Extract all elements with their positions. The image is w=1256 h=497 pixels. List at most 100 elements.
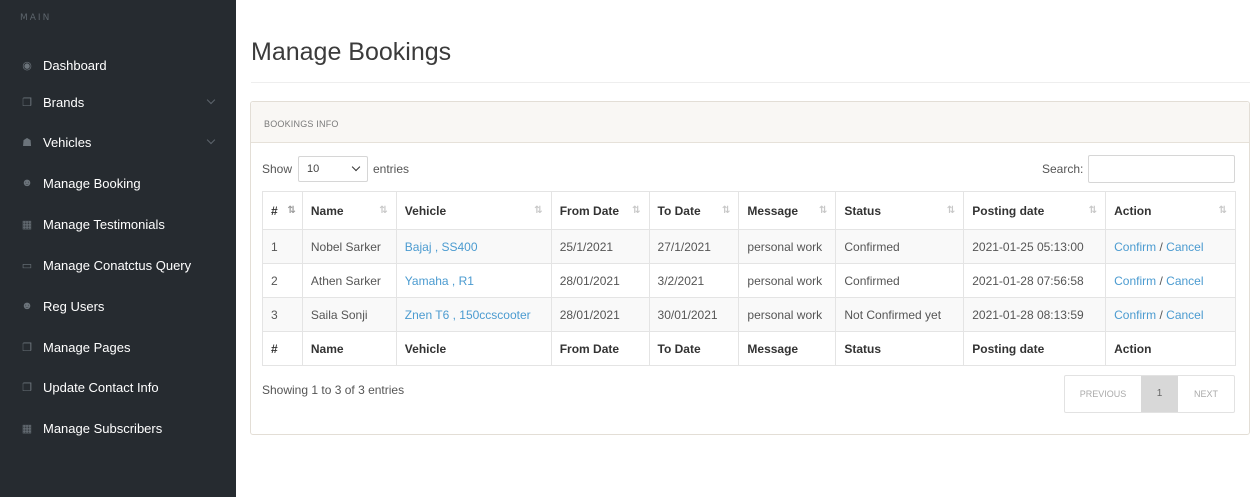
column-header-label: Status [844, 203, 882, 218]
confirm-link[interactable]: Confirm [1114, 274, 1156, 288]
table-row: 1 Nobel Sarker Bajaj , SS400 25/1/2021 27/1/… [262, 229, 1236, 264]
sidebar-item-dashboard[interactable]: ◉ Dashboard [0, 45, 236, 85]
column-header-label: # [271, 203, 278, 218]
sort-ascending-icon: ⇅ [287, 205, 296, 216]
sidebar-item-label: Manage Conatctus Query [43, 257, 192, 273]
panel-heading-label: BOOKINGS INFO [264, 119, 339, 129]
sidebar-item-label: Update Contact Info [43, 379, 159, 395]
sort-icon: ⇅ [632, 205, 641, 216]
sidebar-item-reg-users[interactable]: ☻ Reg Users [0, 286, 236, 326]
cell-to: 30/01/2021 [648, 297, 740, 332]
previous-button[interactable]: PREVIOUS [1065, 376, 1141, 412]
sidebar-item-brands[interactable]: ❐ Brands [0, 82, 236, 122]
sidebar-item-label: Dashboard [43, 57, 107, 73]
files-icon: ❐ [22, 96, 32, 109]
entries-length-select[interactable]: 10 [298, 156, 368, 182]
files-icon: ❐ [22, 381, 32, 394]
cell-posting: 2021-01-28 07:56:58 [963, 263, 1107, 298]
files-icon: ❐ [22, 341, 32, 354]
bookings-table: # ⇅ Name ⇅ Vehicle ⇅ From Date ⇅ To Date ⇅ Message… [262, 191, 1236, 366]
column-header[interactable]: Vehicle ⇅ [395, 191, 552, 230]
vehicle-link[interactable]: Znen T6 , 150ccscooter [405, 308, 531, 322]
cell-action: Confirm / Cancel [1105, 229, 1236, 264]
cell-vehicle: Znen T6 , 150ccscooter [395, 297, 552, 332]
cancel-link[interactable]: Cancel [1166, 308, 1203, 322]
pagination: PREVIOUS 1 NEXT [1064, 375, 1235, 413]
cell-from: 28/01/2021 [550, 263, 650, 298]
sidebar-item-label: Vehicles [43, 134, 92, 150]
sort-icon: ⇅ [534, 205, 543, 216]
cell-action: Confirm / Cancel [1105, 297, 1236, 332]
next-button[interactable]: NEXT [1178, 376, 1234, 412]
sort-icon: ⇅ [379, 205, 388, 216]
page-1-button[interactable]: 1 [1141, 376, 1178, 412]
sidebar-item-manage-conatctus-query[interactable]: ▭ Manage Conatctus Query [0, 245, 236, 285]
sort-icon: ⇅ [722, 205, 731, 216]
column-header[interactable]: Posting date ⇅ [963, 191, 1107, 230]
cell-vehicle: Bajaj , SS400 [395, 229, 552, 264]
cell-to: 27/1/2021 [648, 229, 740, 264]
confirm-link[interactable]: Confirm [1114, 240, 1156, 254]
cell-from: 25/1/2021 [550, 229, 650, 264]
column-header[interactable]: Name ⇅ [301, 191, 397, 230]
panel-heading: BOOKINGS INFO [251, 102, 1249, 143]
search-label: Search: [1042, 162, 1084, 176]
column-footer: Message [738, 331, 837, 366]
entries-label: entries [373, 162, 410, 176]
cell-name: Athen Sarker [301, 263, 397, 298]
column-header-label: Action [1114, 203, 1152, 218]
dashboard-icon: ◉ [22, 59, 32, 72]
cell-message: personal work [738, 297, 837, 332]
action-separator: / [1156, 307, 1167, 322]
column-footer: Name [301, 331, 397, 366]
column-header-label: Vehicle [404, 203, 447, 218]
chevron-down-icon [206, 135, 216, 145]
cell-status: Confirmed [835, 263, 965, 298]
column-footer: Action [1105, 331, 1236, 366]
users-icon: ☻ [21, 177, 33, 189]
column-header-label: Message [747, 203, 799, 218]
cell-num: 2 [262, 263, 303, 298]
users-icon: ☻ [21, 300, 33, 312]
sidebar-item-manage-testimonials[interactable]: ▦ Manage Testimonials [0, 204, 236, 244]
table-row: 3 Saila Sonji Znen T6 , 150ccscooter 28/01/… [262, 297, 1236, 332]
sidebar-item-manage-subscribers[interactable]: ▦ Manage Subscribers [0, 408, 236, 448]
cancel-link[interactable]: Cancel [1166, 274, 1203, 288]
column-header[interactable]: Status ⇅ [835, 191, 965, 230]
entries-length-value: 10 [307, 163, 320, 175]
show-label: Show [262, 162, 293, 176]
cell-to: 3/2/2021 [648, 263, 740, 298]
vehicle-link[interactable]: Bajaj , SS400 [405, 240, 478, 254]
column-header-label: To Date [657, 203, 701, 218]
sort-icon: ⇅ [946, 205, 956, 216]
sort-icon: ⇅ [1088, 205, 1098, 216]
cell-status: Not Confirmed yet [835, 297, 965, 332]
sidebar-item-manage-pages[interactable]: ❐ Manage Pages [0, 327, 236, 367]
column-header[interactable]: Action ⇅ [1105, 191, 1236, 230]
table-icon: ▦ [21, 422, 33, 435]
sidebar-item-label: Manage Testimonials [43, 216, 165, 232]
column-header-label: Posting date [972, 203, 1045, 218]
sidebar-item-label: Reg Users [43, 298, 105, 314]
sort-icon: ⇅ [1218, 205, 1227, 216]
cancel-link[interactable]: Cancel [1166, 240, 1203, 254]
column-header[interactable]: Message ⇅ [738, 191, 837, 230]
sidebar-item-vehicles[interactable]: ☗ Vehicles [0, 122, 236, 162]
desktop-icon: ▭ [21, 259, 33, 272]
confirm-link[interactable]: Confirm [1114, 308, 1156, 322]
sidebar-item-update-contact-info[interactable]: ❐ Update Contact Info [0, 367, 236, 407]
column-footer: To Date [648, 331, 740, 366]
cell-posting: 2021-01-28 08:13:59 [963, 297, 1107, 332]
cell-status: Confirmed [835, 229, 965, 264]
column-header-label: Name [310, 203, 344, 218]
column-header[interactable]: To Date ⇅ [648, 191, 740, 230]
cell-vehicle: Yamaha , R1 [395, 263, 552, 298]
column-header[interactable]: # ⇅ [262, 191, 303, 230]
sidebar-item-manage-booking[interactable]: ☻ Manage Booking [0, 163, 236, 203]
cell-num: 1 [262, 229, 303, 264]
table-info: Showing 1 to 3 of 3 entries [262, 383, 405, 397]
cell-name: Saila Sonji [301, 297, 397, 332]
vehicle-link[interactable]: Yamaha , R1 [405, 274, 474, 288]
search-input[interactable] [1088, 155, 1235, 183]
column-header[interactable]: From Date ⇅ [550, 191, 650, 230]
